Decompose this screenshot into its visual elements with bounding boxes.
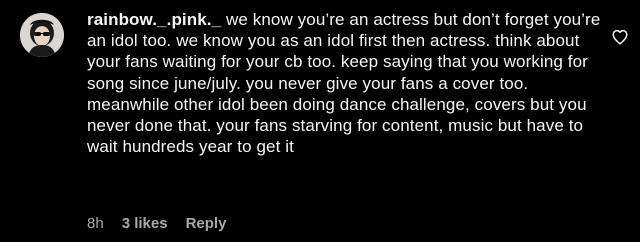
comment-text: we know you’re an actress but don’t forg… [87, 10, 601, 157]
avatar-image [20, 13, 64, 57]
comment-text-block: rainbow._.pink._ we know you’re an actre… [87, 9, 602, 157]
reply-button[interactable]: Reply [186, 215, 227, 232]
comment-likes-link[interactable]: 3 likes [122, 215, 168, 232]
comment-body: rainbow._.pink._ we know you’re an actre… [87, 9, 602, 157]
comment-time: 8h [87, 215, 104, 232]
heart-outline-icon[interactable] [611, 28, 629, 46]
avatar[interactable] [20, 13, 64, 57]
comment: rainbow._.pink._ we know you’re an actre… [0, 0, 640, 242]
comment-username[interactable]: rainbow._.pink._ [87, 10, 221, 29]
comment-meta: 8h 3 likes Reply [87, 215, 226, 232]
